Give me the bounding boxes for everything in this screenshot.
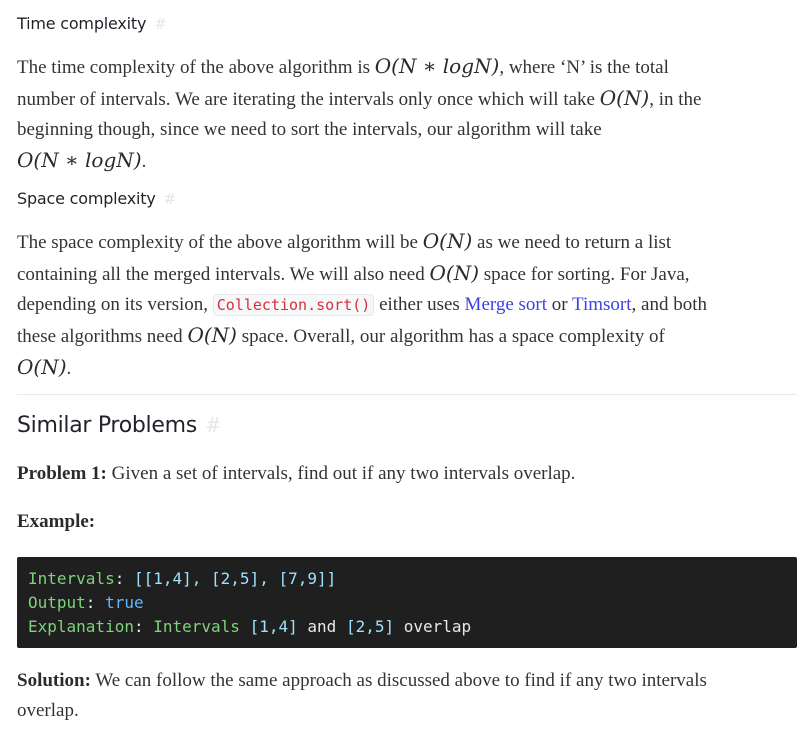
code-value: overlap	[403, 617, 472, 636]
solution-line-1: Solution: We can follow the same approac…	[17, 666, 797, 696]
math-o-n: O(N)	[422, 229, 473, 253]
time-complexity-title: Time complexity	[17, 14, 147, 33]
time-complexity-paragraph: The time complexity of the above algorit…	[17, 51, 797, 177]
tc-text: number of intervals. We are iterating th…	[17, 89, 600, 110]
code-key: Intervals	[28, 569, 115, 588]
sc-text: these algorithms need	[17, 326, 188, 347]
time-complexity-anchor-link[interactable]: #	[154, 15, 167, 33]
tc-line-4: O(N ∗ logN).	[17, 145, 797, 177]
sc-text: .	[66, 358, 72, 379]
code-value: [1,4]	[249, 617, 298, 636]
solution-label: Solution:	[17, 670, 91, 691]
example-label-line: Example:	[17, 507, 797, 537]
math-o-nlogn: O(N ∗ logN)	[374, 54, 500, 78]
sc-text: either uses	[374, 294, 465, 315]
sc-text: depending on its version,	[17, 294, 213, 315]
sc-text: space. Overall, our algorithm has a spac…	[236, 326, 665, 347]
sc-line-5: O(N).	[17, 352, 797, 384]
similar-problems-anchor-link[interactable]: #	[205, 413, 222, 437]
section-divider	[17, 394, 797, 395]
code-value: Intervals	[153, 617, 240, 636]
sc-text: or	[547, 294, 573, 315]
math-o-n: O(N)	[17, 355, 67, 379]
code-line-output: Output: true	[28, 591, 786, 615]
sc-line-1: The space complexity of the above algori…	[17, 226, 797, 258]
sc-text: , and both	[631, 294, 707, 315]
sc-text: as we need to return a list	[472, 232, 672, 253]
example-label: Example:	[17, 511, 96, 532]
space-complexity-anchor-link[interactable]: #	[164, 190, 177, 208]
sc-line-2: containing all the merged intervals. We …	[17, 258, 797, 290]
math-o-n: O(N)	[187, 323, 237, 347]
code-line-explanation: Explanation: Intervals [1,4] and [2,5] o…	[28, 615, 786, 639]
similar-problems-title: Similar Problems	[17, 413, 197, 438]
code-value: [[1,4], [2,5], [7,9]]	[133, 569, 337, 588]
merge-sort-link[interactable]: Merge sort	[465, 294, 548, 315]
solution-line-2: overlap.	[17, 700, 79, 721]
space-complexity-title: Space complexity	[17, 189, 156, 208]
sc-line-3: depending on its version, Collection.sor…	[17, 290, 797, 320]
math-o-nlogn: O(N ∗ logN)	[17, 148, 142, 172]
tc-line-3: beginning though, since we need to sort …	[17, 119, 602, 140]
tc-text: The time complexity of the above algorit…	[17, 57, 375, 78]
similar-problems-heading: Similar Problems #	[17, 413, 222, 438]
article-page: Time complexity # The time complexity of …	[0, 0, 808, 738]
inline-code-collection-sort: Collection.sort()	[212, 294, 375, 316]
example-code-block: Intervals: [[1,4], [2,5], [7,9]] Output: …	[17, 557, 797, 648]
problem-label: Problem 1:	[17, 463, 107, 484]
problem-1-statement: Problem 1: Given a set of intervals, fin…	[17, 459, 797, 489]
code-line-intervals: Intervals: [[1,4], [2,5], [7,9]]	[28, 567, 786, 591]
timsort-link[interactable]: Timsort	[572, 294, 632, 315]
code-colon: :	[133, 617, 154, 636]
code-colon: :	[85, 593, 106, 612]
space-complexity-paragraph: The space complexity of the above algori…	[17, 226, 797, 384]
code-value: true	[105, 593, 144, 612]
sc-text: containing all the merged intervals. We …	[17, 264, 430, 285]
code-value: and	[307, 617, 337, 636]
code-value: [2,5]	[345, 617, 395, 636]
sc-text: The space complexity of the above algori…	[17, 232, 423, 253]
code-colon: :	[114, 569, 134, 588]
sc-text: space for sorting. For Java,	[479, 264, 690, 285]
solution-text: We can follow the same approach as discu…	[90, 670, 707, 691]
time-complexity-heading: Time complexity #	[17, 14, 167, 33]
math-o-n: O(N)	[599, 86, 650, 110]
tc-text: , where ‘N’ is the total	[499, 57, 669, 78]
code-key: Output	[28, 593, 86, 612]
problem-text: Given a set of intervals, find out if an…	[106, 463, 576, 484]
math-o-n: O(N)	[429, 261, 480, 285]
tc-line-1: The time complexity of the above algorit…	[17, 51, 797, 83]
space-complexity-heading: Space complexity #	[17, 189, 176, 208]
tc-line-2: number of intervals. We are iterating th…	[17, 83, 797, 115]
code-key: Explanation	[28, 617, 134, 636]
tc-text: , in the	[649, 89, 702, 110]
solution-paragraph: Solution: We can follow the same approac…	[17, 666, 797, 726]
sc-line-4: these algorithms need O(N) space. Overal…	[17, 320, 797, 352]
tc-text: .	[141, 151, 147, 172]
